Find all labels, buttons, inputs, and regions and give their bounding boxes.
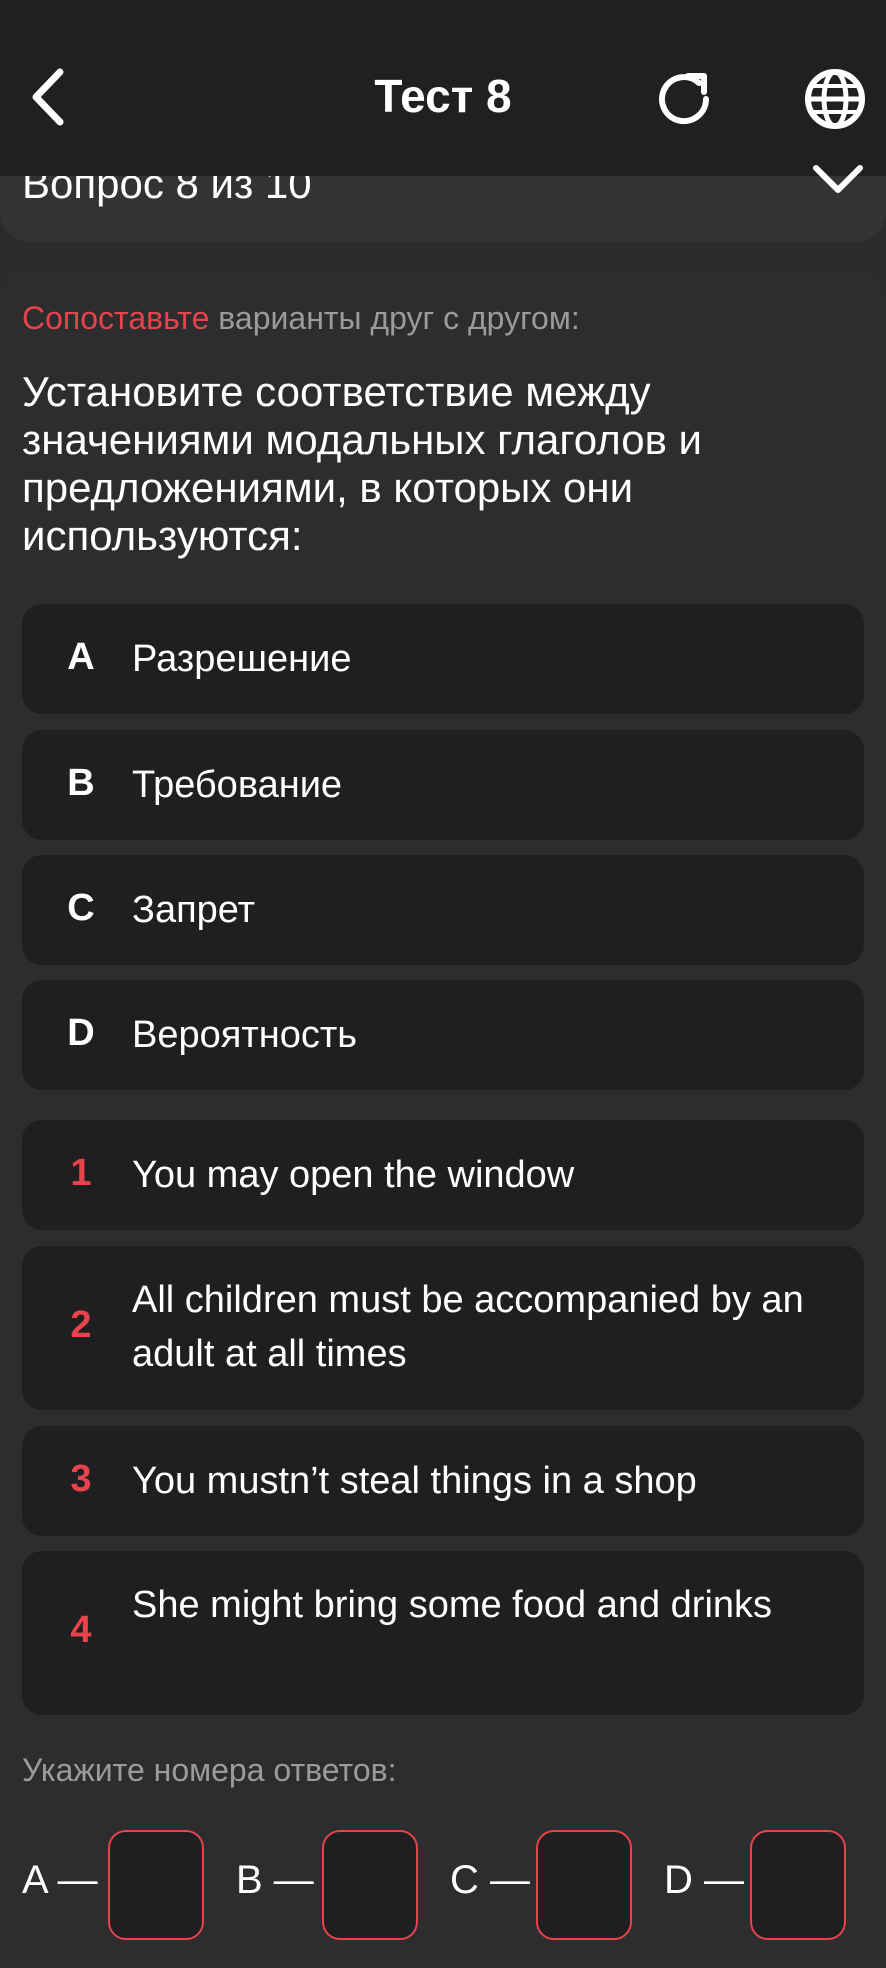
answer-letter-a: A — bbox=[22, 1858, 98, 1902]
instruction-text: Сопоставьте варианты друг с другом: bbox=[22, 296, 580, 340]
answer-input-c[interactable] bbox=[536, 1830, 632, 1940]
option-card-a: A Разрешение bbox=[22, 604, 864, 714]
sentence-number: 3 bbox=[70, 1458, 92, 1500]
sentence-card-1: 1 You may open the window bbox=[22, 1120, 864, 1230]
option-text: Разрешение bbox=[132, 638, 352, 680]
option-key: C bbox=[67, 887, 95, 929]
sentence-text: All children must be accompanied by an a… bbox=[132, 1279, 804, 1375]
answer-input-b[interactable] bbox=[322, 1830, 418, 1940]
reload-icon[interactable] bbox=[652, 66, 718, 132]
option-card-d: D Вероятность bbox=[22, 980, 864, 1090]
option-key: B bbox=[67, 762, 95, 804]
page-title: Тест 8 bbox=[374, 70, 512, 122]
answer-input-d[interactable] bbox=[750, 1830, 846, 1940]
option-card-c: C Запрет bbox=[22, 855, 864, 965]
option-text: Требование bbox=[132, 764, 343, 806]
sentence-card-2: 2 All children must be accompanied by an… bbox=[22, 1246, 864, 1410]
app-header: Тест 8 bbox=[0, 0, 886, 176]
question-text: Установите соответствие между значениями… bbox=[22, 368, 703, 559]
sentence-number: 4 bbox=[70, 1609, 92, 1651]
answer-input-a[interactable] bbox=[108, 1830, 204, 1940]
answer-letter-c: C — bbox=[450, 1858, 530, 1902]
option-key: D bbox=[67, 1012, 95, 1054]
sentence-card-3: 3 You mustn’t steal things in a shop bbox=[22, 1426, 864, 1536]
sentence-text: You mustn’t steal things in a shop bbox=[132, 1460, 697, 1502]
instruction-accent: Сопоставьте bbox=[22, 300, 210, 336]
sentence-number: 2 bbox=[70, 1304, 92, 1346]
option-text: Вероятность bbox=[132, 1014, 358, 1056]
sentence-number: 1 bbox=[70, 1152, 92, 1194]
instruction-rest: варианты друг с другом: bbox=[209, 300, 580, 336]
option-text: Запрет bbox=[132, 889, 256, 931]
sentence-text: You may open the window bbox=[132, 1154, 575, 1196]
answer-letter-d: D — bbox=[664, 1858, 744, 1902]
chevron-down-icon[interactable] bbox=[810, 160, 866, 200]
globe-icon[interactable] bbox=[802, 66, 868, 132]
sentence-card-4: 4 She might bring some food and drinks bbox=[22, 1551, 864, 1715]
option-key: A bbox=[67, 636, 95, 678]
option-card-b: B Требование bbox=[22, 730, 864, 840]
sentence-text: She might bring some food and drinks bbox=[132, 1584, 773, 1626]
answer-letter-b: B — bbox=[236, 1858, 314, 1902]
answers-label: Укажите номера ответов: bbox=[22, 1752, 397, 1788]
